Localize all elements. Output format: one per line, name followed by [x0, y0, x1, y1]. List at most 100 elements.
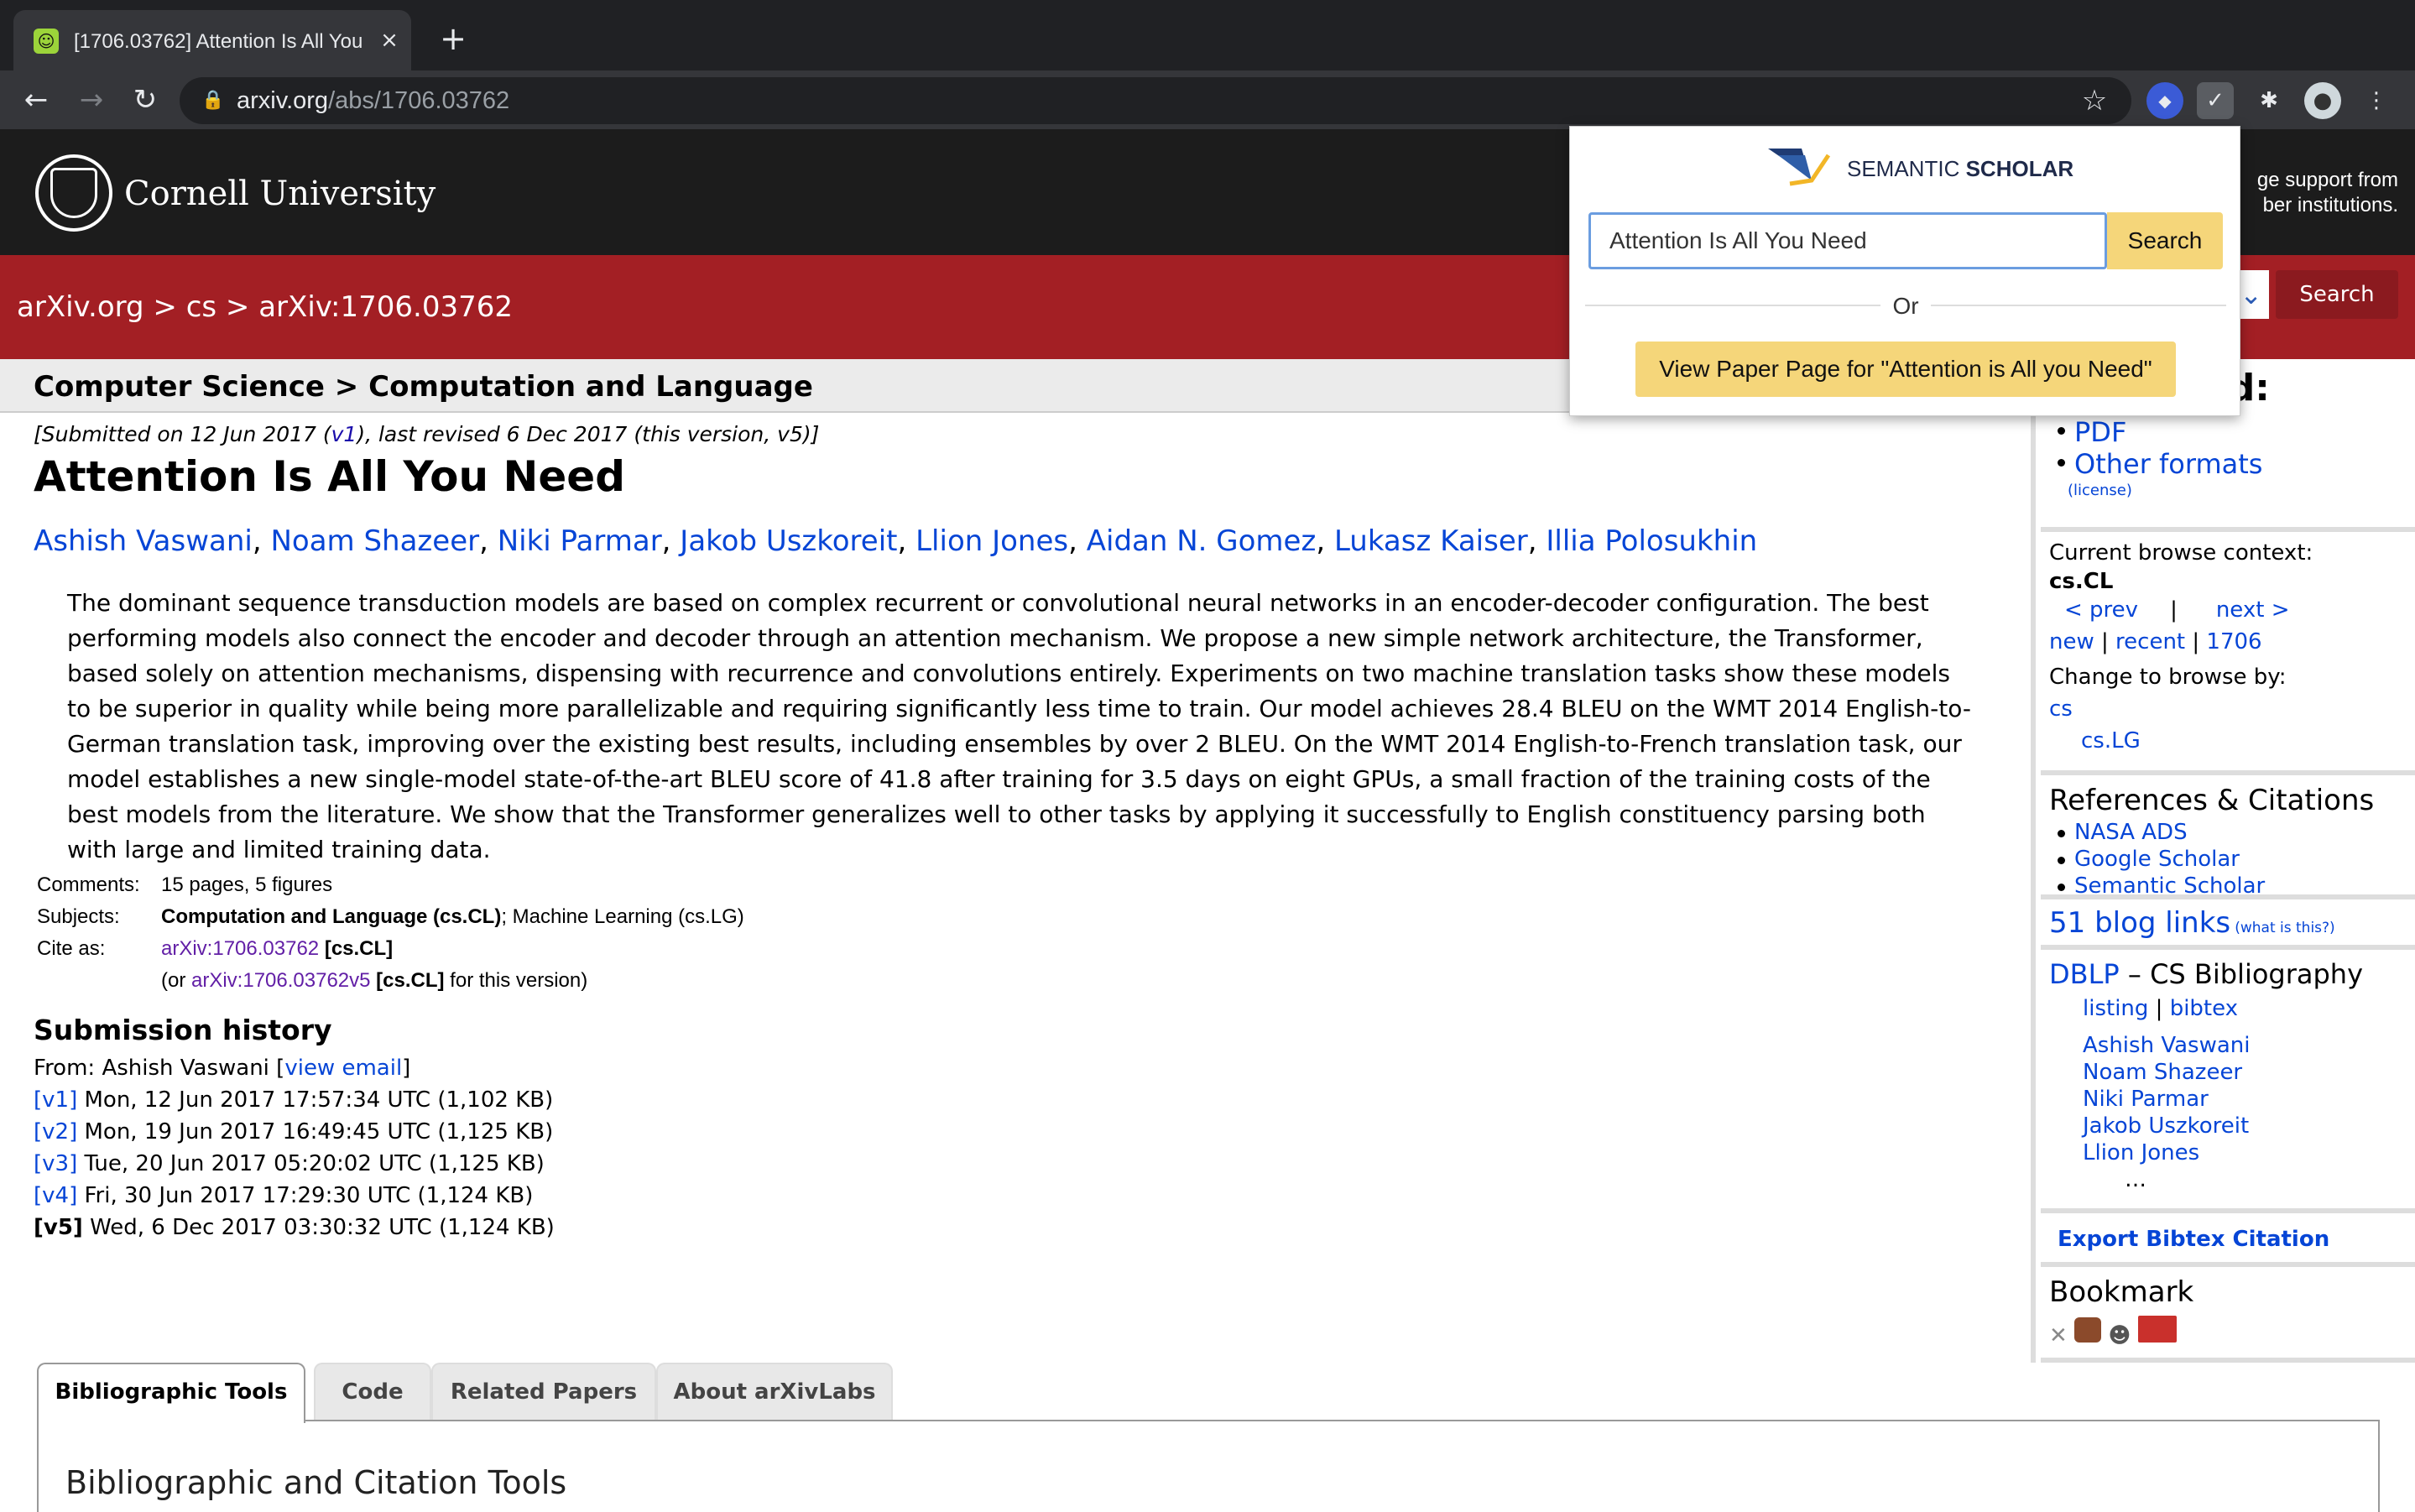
version-row: [v3] Tue, 20 Jun 2017 05:20:02 UTC (1,12… [34, 1148, 555, 1180]
license-link[interactable]: (license) [2068, 482, 2132, 499]
from-pre: From: Ashish Vaswani [ [34, 1056, 285, 1081]
reload-button[interactable]: ↻ [124, 79, 166, 121]
primary-subject: Computation and Language (cs.CL) [161, 905, 502, 928]
cite2-pre: (or [161, 969, 191, 992]
dblp-author-link[interactable]: Ashish Vaswani [2083, 1033, 2250, 1058]
cite-tag: [cs.CL] [324, 937, 394, 960]
address-bar[interactable]: 🔒 arxiv.org/abs/1706.03762 ☆ [180, 77, 2131, 124]
comments-value: 15 pages, 5 figures [161, 873, 333, 896]
version-link[interactable]: [v1] [34, 1087, 77, 1113]
new-link[interactable]: new [2049, 629, 2094, 654]
forward-button[interactable]: → [70, 79, 112, 121]
author-link[interactable]: Noam Shazeer [270, 524, 479, 558]
version-row: [v1] Mon, 12 Jun 2017 17:57:34 UTC (1,10… [34, 1084, 555, 1116]
export-bibtex-link[interactable]: Export Bibtex Citation [2058, 1227, 2329, 1252]
dateline-post: ), last revised 6 Dec 2017 (this version… [357, 422, 820, 446]
pdf-link[interactable]: PDF [2074, 416, 2126, 448]
listing-link[interactable]: listing [2083, 996, 2148, 1021]
current-version-label: [v5] [34, 1215, 83, 1240]
cite-link[interactable]: arXiv:1706.03762 [161, 937, 319, 960]
extension-shield-icon[interactable]: ◆ [2146, 82, 2183, 119]
extensions-puzzle-icon[interactable]: ✱ [2251, 82, 2287, 119]
bibsonomy-icon[interactable]: ✕ [2049, 1323, 2068, 1348]
dblp-author-link[interactable]: Noam Shazeer [2083, 1060, 2242, 1085]
cornell-seal-logo[interactable] [35, 154, 112, 232]
google-scholar-link[interactable]: Google Scholar [2074, 847, 2240, 872]
browser-menu-icon[interactable]: ⋮ [2358, 82, 2395, 119]
tab-about-arxivlabs[interactable]: About arXivLabs [656, 1363, 893, 1421]
recent-link[interactable]: recent [2115, 629, 2185, 654]
tab-bibliographic-tools[interactable]: Bibliographic Tools [37, 1363, 305, 1423]
cite-version-link[interactable]: arXiv:1706.03762v5 [191, 969, 371, 992]
dblp-link[interactable]: DBLP [2049, 958, 2120, 990]
author-link[interactable]: Lukasz Kaiser [1334, 524, 1528, 558]
version-date: Mon, 19 Jun 2017 16:49:45 UTC (1,125 KB) [84, 1119, 554, 1144]
brand-word-1: SEMANTIC [1847, 156, 1966, 181]
lock-icon[interactable]: 🔒 [201, 87, 227, 114]
from-post: ] [402, 1056, 411, 1081]
reddit-icon[interactable]: ☻ [2108, 1323, 2131, 1348]
dateline-pre: [Submitted on 12 Jun 2017 ( [34, 422, 331, 446]
browse-cs-link[interactable]: cs [2049, 696, 2073, 722]
subjects-row: Subjects: Computation and Language (cs.CL… [37, 901, 1212, 933]
tab-title: [1706.03762] Attention Is All You Need [74, 30, 368, 53]
tab-related-papers[interactable]: Related Papers [431, 1363, 656, 1421]
author-link[interactable]: Llion Jones [915, 524, 1068, 558]
browser-tab[interactable]: ☺ [1706.03762] Attention Is All You Need… [13, 10, 411, 70]
next-link[interactable]: next > [2216, 597, 2290, 623]
blog-links-link[interactable]: 51 blog links [2049, 906, 2230, 940]
tab-code[interactable]: Code [314, 1363, 431, 1421]
export-box: Export Bibtex Citation [2041, 1213, 2415, 1267]
sciencewise-icon[interactable] [2137, 1316, 2177, 1343]
profile-avatar[interactable]: ● [2304, 82, 2341, 119]
breadcrumb[interactable]: arXiv.org > cs > arXiv:1706.03762 [17, 287, 513, 327]
browse-cslg-link[interactable]: cs.LG [2081, 728, 2141, 753]
prev-link[interactable]: < prev [2064, 597, 2138, 623]
semantic-scholar-extension-icon[interactable]: ✓ [2197, 82, 2234, 119]
author-link[interactable]: Niki Parmar [498, 524, 662, 558]
version-link[interactable]: [v2] [34, 1119, 77, 1144]
header-search-button[interactable]: Search [2276, 270, 2398, 319]
close-tab-icon[interactable]: × [374, 25, 404, 55]
bookmark-icons: ✕ ☻ [2049, 1316, 2415, 1350]
version-date: Mon, 12 Jun 2017 17:57:34 UTC (1,102 KB) [84, 1087, 554, 1113]
version-link[interactable]: [v3] [34, 1151, 77, 1176]
references-list: NASA ADS Google Scholar Semantic Scholar [2041, 819, 2415, 899]
url-host: arxiv.org [237, 87, 329, 114]
new-tab-button[interactable]: + [435, 22, 472, 59]
what-is-this-link[interactable]: (what is this?) [2235, 920, 2334, 936]
dblp-author-link[interactable]: Niki Parmar [2083, 1087, 2209, 1112]
nasa-ads-link[interactable]: NASA ADS [2074, 820, 2188, 845]
cite-label: Cite as: [37, 937, 106, 960]
cornell-name[interactable]: Cornell University [124, 173, 436, 215]
view-email-link[interactable]: view email [284, 1056, 402, 1081]
author-link[interactable]: Ashish Vaswani [34, 524, 253, 558]
blog-links-box: 51 blog links (what is this?) [2041, 899, 2415, 950]
cite2-post: for this version) [444, 969, 588, 992]
month-link[interactable]: 1706 [2206, 629, 2261, 654]
bibtex-link[interactable]: bibtex [2170, 996, 2238, 1021]
dblp-author-link[interactable]: Llion Jones [2083, 1140, 2199, 1165]
dblp-author-link[interactable]: Jakob Uszkoreit [2083, 1113, 2249, 1139]
view-paper-page-button[interactable]: View Paper Page for "Attention is All yo… [1635, 342, 2176, 397]
browser-toolbar: ← → ↻ 🔒 arxiv.org/abs/1706.03762 ☆ ◆ ✓ ✱… [0, 70, 2415, 129]
dblp-heading: DBLP – CS Bibliography [2049, 957, 2415, 992]
submission-dateline: [Submitted on 12 Jun 2017 (v1), last rev… [34, 421, 819, 448]
other-formats-link[interactable]: Other formats [2074, 448, 2262, 480]
author-link[interactable]: Aidan N. Gomez [1087, 524, 1317, 558]
search-input[interactable] [1588, 212, 2107, 269]
subjects-value: Computation and Language (cs.CL); Machin… [161, 901, 744, 933]
version-link[interactable]: [v4] [34, 1183, 77, 1208]
author-link[interactable]: Illia Polosukhin [1546, 524, 1757, 558]
search-button[interactable]: Search [2107, 212, 2223, 269]
cite2-tag: [cs.CL] [376, 969, 445, 992]
bookmark-heading: Bookmark [2049, 1275, 2194, 1309]
bookmark-star-icon[interactable]: ☆ [2078, 84, 2111, 117]
mendeley-icon[interactable] [2074, 1317, 2102, 1343]
references-heading: References & Citations [2049, 784, 2375, 817]
author-link[interactable]: Jakob Uszkoreit [680, 524, 897, 558]
semantic-scholar-link[interactable]: Semantic Scholar [2074, 873, 2265, 899]
back-button[interactable]: ← [15, 79, 57, 121]
dateline-v1-link[interactable]: v1 [331, 422, 357, 446]
brand-word-2: SCHOLAR [1965, 156, 2074, 181]
